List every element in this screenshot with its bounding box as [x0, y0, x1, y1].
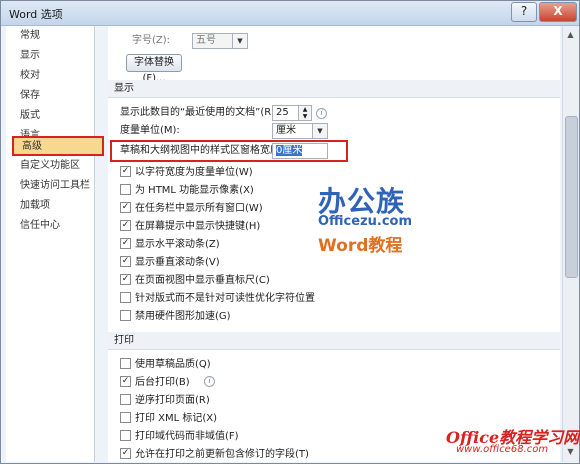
measurement-units-select[interactable]: 厘米 ▼ [272, 123, 328, 139]
checkbox-vertical-ruler[interactable]: ✓ [120, 274, 131, 285]
chevron-down-icon: ▼ [232, 34, 247, 48]
disable-hw-acceleration-label: 禁用硬件图形加速(G) [135, 311, 231, 322]
draft-quality-label: 使用草稿品质(Q) [135, 359, 211, 370]
sidebar-item-proofing[interactable]: 校对 [6, 66, 94, 86]
sidebar-item-advanced[interactable]: 高级 [12, 136, 104, 156]
checkbox-draft-quality[interactable] [120, 358, 131, 369]
checkbox-html-pixels[interactable] [120, 184, 131, 195]
checkbox-print-xml-tags[interactable] [120, 412, 131, 423]
vertical-scrollbar-label: 显示垂直滚动条(V) [135, 257, 220, 268]
options-sidebar: 常规 显示 校对 保存 版式 语言 高级 自定义功能区 快速访问工具栏 加载项 … [6, 26, 104, 462]
vertical-scrollbar[interactable]: ▲ ▼ [562, 26, 579, 462]
font-substitution-button[interactable]: 字体替换(F)... [126, 54, 182, 84]
style-area-width-label: 草稿和大纲视图中的样式区窗格宽度(E): [120, 145, 298, 156]
reverse-order-label: 逆序打印页面(R) [135, 395, 210, 406]
font-size-select[interactable]: 五号 ▼ [192, 33, 248, 49]
sidebar-item-display[interactable]: 显示 [6, 46, 94, 66]
checkbox-vertical-scrollbar[interactable]: ✓ [120, 256, 131, 267]
taskbar-windows-label: 在任务栏中显示所有窗口(W) [135, 203, 263, 214]
sidebar-item-layout[interactable]: 版式 [6, 106, 94, 126]
font-size-value: 五号 [196, 35, 216, 46]
checkbox-screentip-shortcuts[interactable]: ✓ [120, 220, 131, 231]
style-area-width-input[interactable]: 0厘米 [272, 143, 328, 159]
sidebar-item-customize-ribbon[interactable]: 自定义功能区 [6, 156, 94, 176]
vertical-ruler-label: 在页面视图中显示垂直标尺(C) [135, 275, 270, 286]
horizontal-scrollbar-label: 显示水平滚动条(Z) [135, 239, 220, 250]
dialog-title: Word 选项 [9, 8, 63, 21]
recent-docs-label: 显示此数目的“最近使用的文档”(R): [120, 107, 279, 118]
help-button[interactable]: ? [511, 2, 537, 22]
char-width-units-label: 以字符宽度为度量单位(W) [135, 167, 253, 178]
checkbox-reverse-order[interactable] [120, 394, 131, 405]
watermark-site: Officezu.com [318, 214, 413, 229]
info-icon: i [204, 376, 215, 387]
measurement-units-value: 厘米 [276, 125, 296, 136]
background-print-label: 后台打印(B) [135, 377, 190, 388]
field-codes-label: 打印域代码而非域值(F) [135, 431, 239, 442]
spinner-arrows-icon[interactable]: ▲ ▼ [298, 106, 311, 120]
info-icon: i [316, 108, 327, 119]
checkbox-disable-hw-acceleration[interactable] [120, 310, 131, 321]
sidebar-item-add-ins[interactable]: 加载项 [6, 196, 94, 216]
checkbox-update-tracked-fields[interactable]: ✓ [120, 448, 131, 459]
close-button[interactable]: X [539, 2, 577, 22]
title-bar: Word 选项 ? X [1, 1, 579, 26]
sidebar-item-trust-center[interactable]: 信任中心 [6, 216, 94, 236]
screentip-shortcuts-label: 在屏幕提示中显示快捷键(H) [135, 221, 261, 232]
print-section-heading: 打印 [108, 332, 560, 350]
display-section-heading: 显示 [108, 80, 560, 98]
checkbox-taskbar-windows[interactable]: ✓ [120, 202, 131, 213]
recent-docs-input[interactable]: 25 ▲ ▼ [272, 105, 312, 121]
html-pixels-label: 为 HTML 功能显示像素(X) [135, 185, 254, 196]
chevron-down-icon: ▼ [312, 124, 327, 138]
sidebar-item-general[interactable]: 常规 [6, 26, 94, 46]
measurement-units-label: 度量单位(M): [120, 125, 180, 136]
checkbox-char-width-units[interactable]: ✓ [120, 166, 131, 177]
checkbox-horizontal-scrollbar[interactable]: ✓ [120, 238, 131, 249]
scroll-up-icon[interactable]: ▲ [565, 29, 576, 40]
recent-docs-value: 25 [276, 107, 289, 118]
optimize-layout-label: 针对版式而不是针对可读性优化字符位置 [135, 293, 315, 304]
style-area-width-value: 0厘米 [276, 145, 303, 156]
font-size-label: 字号(Z): [132, 35, 171, 46]
checkbox-optimize-layout[interactable] [120, 292, 131, 303]
sidebar-item-quick-access-toolbar[interactable]: 快速访问工具栏 [6, 176, 94, 196]
watermark-word-tutorial: Word教程 [318, 236, 403, 256]
watermark-corner-url: www.office68.com [456, 444, 549, 455]
print-xml-tags-label: 打印 XML 标记(X) [135, 413, 218, 424]
checkbox-field-codes[interactable] [120, 430, 131, 441]
scrollbar-thumb[interactable] [565, 116, 578, 278]
checkbox-background-print[interactable]: ✓ [120, 376, 131, 387]
update-tracked-fields-label: 允许在打印之前更新包含修订的字段(T) [135, 449, 309, 460]
sidebar-item-save[interactable]: 保存 [6, 86, 94, 106]
